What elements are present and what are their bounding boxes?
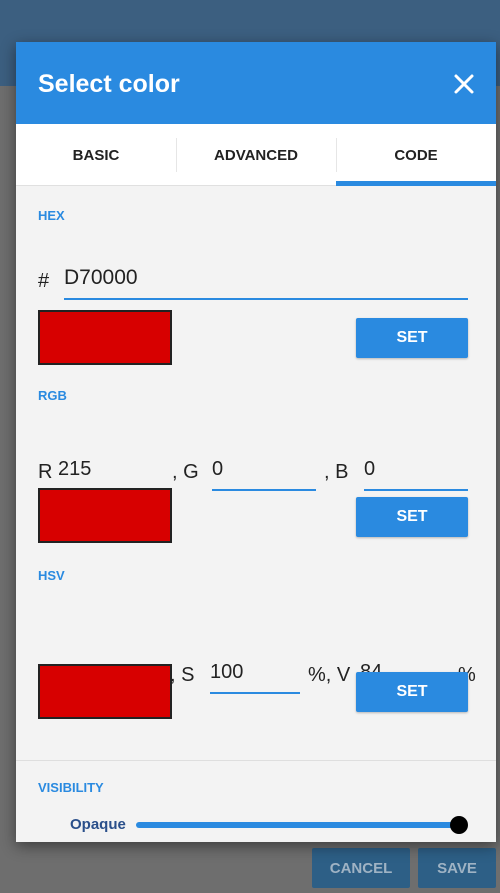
hsv-set-button[interactable]: SET [356,672,468,712]
r-label: R [38,461,53,483]
s-input[interactable] [210,658,300,694]
background-save-button: SAVE [418,848,496,888]
close-icon [453,73,475,95]
background-cancel-button: CANCEL [312,848,410,888]
select-color-dialog: Select color BASIC ADVANCED CODE HEX # S… [16,42,496,842]
section-divider [16,760,496,761]
b-input[interactable] [364,455,468,491]
dialog-header: Select color [16,42,496,124]
opacity-slider-track[interactable] [136,822,456,828]
v-label: %, V [308,664,351,686]
opacity-label: Opaque [70,816,126,833]
rgb-color-swatch [38,488,172,543]
hex-set-button[interactable]: SET [356,318,468,358]
tab-advanced[interactable]: ADVANCED [176,124,336,186]
b-label: , B [324,461,349,483]
opacity-slider-thumb[interactable] [450,816,468,834]
hex-prefix: # [38,270,50,292]
rgb-set-button[interactable]: SET [356,497,468,537]
tab-bar: BASIC ADVANCED CODE [16,124,496,186]
visibility-slider-row: Opaque [16,812,496,842]
dialog-title: Select color [38,70,180,98]
background-actions: CANCEL SAVE [312,848,500,888]
hex-color-swatch [38,310,172,365]
hex-section-label: HEX [38,208,65,223]
r-input[interactable] [58,455,164,491]
hsv-color-swatch [38,664,172,719]
tab-basic[interactable]: BASIC [16,124,176,186]
g-label: , G [172,461,199,483]
hsv-section-label: HSV [38,568,65,583]
rgb-section-label: RGB [38,388,67,403]
rgb-row: R , G , B [38,455,478,491]
close-button[interactable] [446,66,482,102]
visibility-section-label: VISIBILITY [38,780,104,795]
hex-input[interactable] [64,264,468,300]
tab-code[interactable]: CODE [336,124,496,186]
hex-row: # [38,264,478,300]
g-input[interactable] [212,455,316,491]
